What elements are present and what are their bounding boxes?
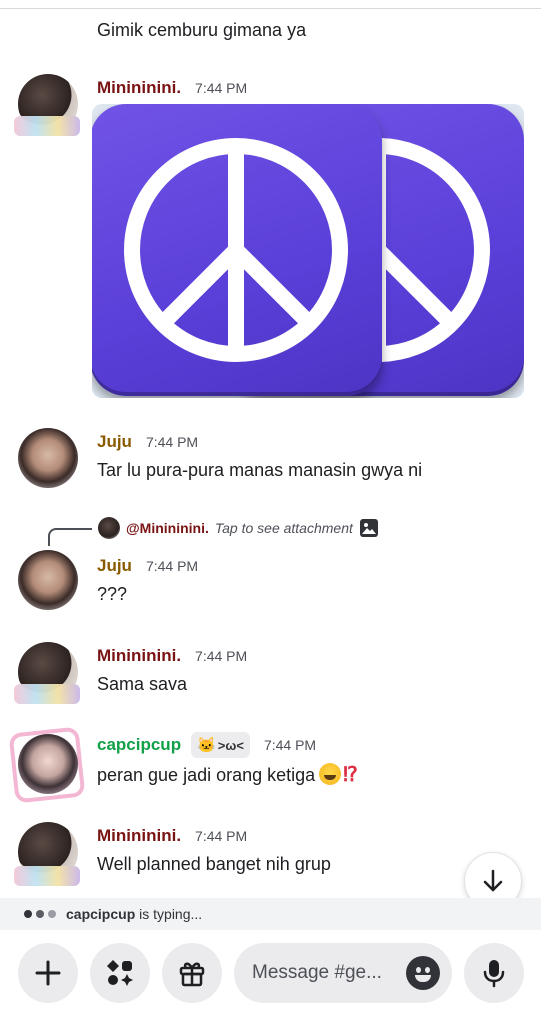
peace-symbol-icon <box>124 138 348 362</box>
message-input-placeholder: Message #ge... <box>252 962 382 983</box>
image-attachment[interactable] <box>92 104 524 398</box>
author-name[interactable]: Juju <box>97 432 132 452</box>
timestamp: 7:44 PM <box>145 434 199 450</box>
sweat-smile-emoji-icon <box>319 763 342 785</box>
avatar-decoration <box>14 684 80 704</box>
message-text-line: peran gue jadi orang ketiga ⁉ <box>97 762 358 787</box>
message-group[interactable]: Juju 7:44 PM Tar lu pura-pura manas mana… <box>0 426 541 490</box>
typing-user: capcipcup <box>66 906 136 922</box>
emoji-picker-icon[interactable] <box>406 956 440 990</box>
apps-button[interactable] <box>90 943 150 1003</box>
message-group[interactable]: Minininini. 7:44 PM Well planned banget … <box>0 820 541 890</box>
avatar[interactable] <box>18 734 78 794</box>
top-divider <box>0 8 541 9</box>
message-text: Sama sava <box>97 674 188 694</box>
add-attachment-button[interactable] <box>18 943 78 1003</box>
typing-dots-icon <box>24 910 56 918</box>
message-text: Well planned banget nih grup <box>97 854 331 874</box>
image-icon <box>359 519 378 537</box>
timestamp: 7:44 PM <box>195 828 248 844</box>
reply-author[interactable]: @Minininini. <box>126 520 209 536</box>
message-group[interactable]: Minininini. 7:44 PM Sama sava <box>0 640 541 704</box>
plus-icon <box>35 960 61 986</box>
reply-preview[interactable]: @Minininini. Tap to see attachment <box>98 517 379 539</box>
arrow-down-icon <box>483 869 503 892</box>
author-name[interactable]: capcipcup <box>97 735 181 755</box>
message-text: Tar lu pura-pura manas manasin gwya ni <box>97 460 423 480</box>
author-name[interactable]: Minininini. <box>97 826 181 846</box>
avatar[interactable] <box>18 550 78 610</box>
message-continuation-text: Gimik cemburu gimana ya <box>97 20 307 40</box>
user-tag-badge[interactable]: 🐱 >ω< <box>191 732 250 758</box>
apps-shapes-icon <box>107 960 133 986</box>
typing-text: capcipcup is typing... <box>66 906 202 922</box>
avatar-decoration <box>14 116 80 136</box>
message-text: ??? <box>97 584 128 604</box>
peace-tile-front <box>92 104 382 396</box>
message-group[interactable]: capcipcup 🐱 >ω< 7:44 PM peran gue jadi o… <box>0 726 541 804</box>
message-group[interactable]: Juju 7:44 PM ??? <box>0 548 541 612</box>
reply-connector <box>48 528 92 546</box>
timestamp: 7:44 PM <box>195 648 248 664</box>
timestamp: 7:44 PM <box>145 558 199 574</box>
message-text: peran gue jadi orang ketiga <box>97 765 316 785</box>
message-input[interactable]: Message #ge... <box>234 943 452 1003</box>
reply-tap-text[interactable]: Tap to see attachment <box>215 520 353 536</box>
avatar-decoration <box>14 866 80 886</box>
avatar[interactable] <box>18 428 78 488</box>
typing-suffix: is typing... <box>135 906 203 922</box>
reply-avatar <box>98 517 120 539</box>
gift-button[interactable] <box>162 943 222 1003</box>
timestamp: 7:44 PM <box>195 80 248 96</box>
voice-message-button[interactable] <box>464 943 524 1003</box>
cat-icon: 🐱 <box>197 737 216 754</box>
author-name[interactable]: Minininini. <box>97 646 181 666</box>
composer-bar: Message #ge... <box>0 930 541 1024</box>
author-name[interactable]: Juju <box>97 556 132 576</box>
microphone-icon <box>483 960 505 988</box>
author-name[interactable]: Minininini. <box>97 78 181 98</box>
typing-indicator: capcipcup is typing... <box>0 898 541 930</box>
interrobang-emoji: ⁉ <box>343 764 358 786</box>
gift-icon <box>179 962 205 987</box>
timestamp: 7:44 PM <box>263 737 317 753</box>
user-tag-text: >ω< <box>217 737 244 753</box>
